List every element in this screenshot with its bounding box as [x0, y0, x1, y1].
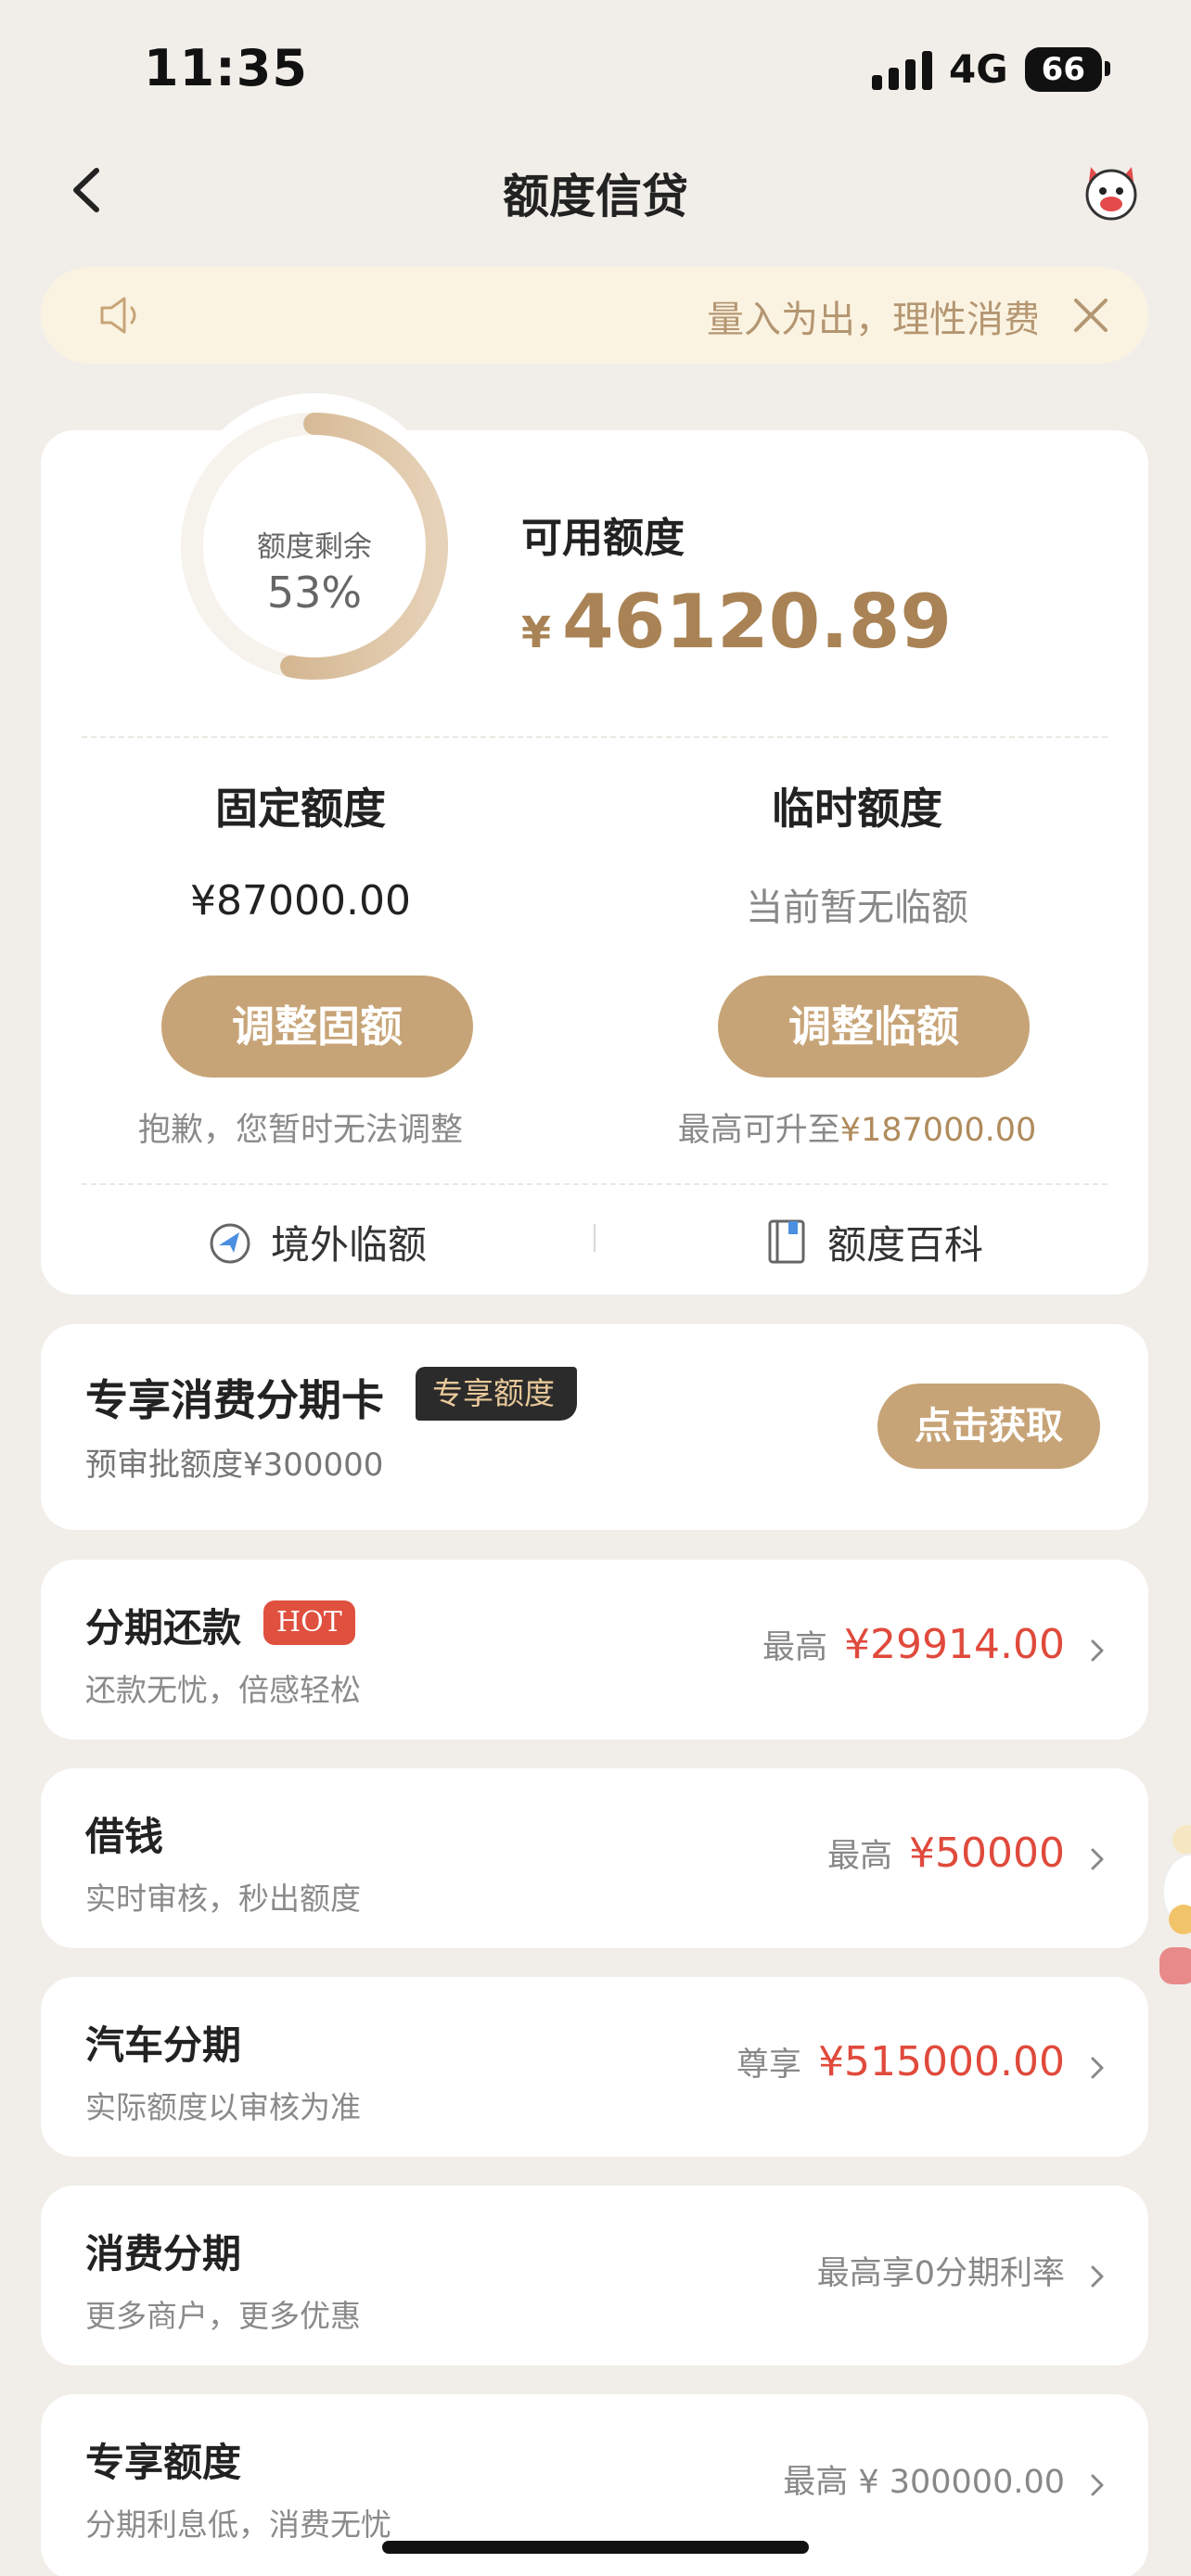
chevron-right-icon: [1091, 2474, 1104, 2496]
overseas-quota-label: 境外临额: [271, 1221, 428, 1268]
chevron-right-icon: [1091, 1848, 1104, 1870]
battery-icon: 66: [1024, 46, 1111, 92]
status-indicators: 4G 66: [871, 46, 1111, 92]
airplane-globe-icon: [210, 1223, 250, 1264]
list-item-prefix: 最高: [762, 1629, 828, 1666]
notice-bar: 量入为出，理性消费: [41, 267, 1148, 363]
link-separator: [594, 1224, 596, 1252]
notice-text: 量入为出，理性消费: [707, 299, 1037, 341]
list-item-subtitle: 更多商户，更多优惠: [85, 2298, 361, 2334]
quota-card: 额度剩余 53% 可用额度 ¥46120.89 固定额度 ¥87000.00 调…: [41, 393, 1148, 1294]
signal-icon: [871, 49, 932, 90]
fixed-quota-value: ¥87000.00: [190, 877, 411, 925]
page-title: 额度信贷: [503, 170, 688, 223]
list-item-value: 最高 ¥ 300000.00: [783, 2455, 1065, 2503]
quota-encyclopedia-label: 额度百科: [827, 1221, 984, 1268]
speaker-icon: [100, 297, 136, 334]
chevron-right-icon: [1091, 2265, 1104, 2288]
promo-title: 专享消费分期卡: [85, 1375, 384, 1425]
fixed-quota-title: 固定额度: [215, 784, 386, 834]
temporary-note-amount: ¥187000.00: [839, 1112, 1037, 1149]
list-item-amount: ¥29914.00: [844, 1621, 1065, 1668]
chevron-right-icon: [1091, 2057, 1104, 2079]
adjust-temporary-button[interactable]: 调整临额: [718, 976, 1030, 1078]
list-item-installment-repayment[interactable]: 分期还款 HOT 还款无忧，倍感轻松 最高 ¥29914.00: [41, 1560, 1148, 1740]
list-item-subtitle: 实时审核，秒出额度: [85, 1881, 361, 1917]
list-item-prefix: 最高 ¥ 300000.00: [783, 2464, 1065, 2501]
temporary-quota-section: 临时额度 当前暂无临额 调整临额 最高可升至¥187000.00: [597, 430, 1117, 1172]
home-indicator: [382, 2541, 809, 2554]
list-item-value: 最高 ¥50000: [827, 1830, 1065, 1877]
list-item-consumer-installment[interactable]: 消费分期 更多商户，更多优惠 最高享0分期利率: [41, 2186, 1148, 2366]
temporary-quota-note: 最高可升至¥187000.00: [597, 1103, 1117, 1151]
list-item-car-installment[interactable]: 汽车分期 实际额度以审核为准 尊享 ¥515000.00: [41, 1977, 1148, 2157]
list-item-borrow[interactable]: 借钱 实时审核，秒出额度 最高 ¥50000: [41, 1768, 1148, 1948]
close-icon[interactable]: [1067, 291, 1115, 339]
list-item-value: 最高享0分期利率: [817, 2247, 1065, 2294]
chevron-right-icon: [1091, 1639, 1104, 1662]
list-item-title: 汽车分期: [85, 2022, 242, 2068]
floating-mascot-icon[interactable]: [1146, 1808, 1191, 1994]
temporary-quota-title: 临时额度: [772, 784, 942, 834]
status-bar: 11:35 4G 66: [0, 0, 1191, 139]
temporary-quota-value: 当前暂无临额: [746, 886, 968, 929]
list-item-prefix: 最高: [827, 1838, 893, 1875]
list-item-prefix: 尊享: [736, 2047, 802, 2084]
list-item-value: 最高 ¥29914.00: [762, 1621, 1065, 1668]
network-type: 4G: [948, 46, 1008, 92]
fixed-quota-section: 固定额度 ¥87000.00 调整固额 抱歉，您暂时无法调整: [41, 430, 560, 1172]
list-item-value: 尊享 ¥515000.00: [736, 2038, 1065, 2085]
temporary-note-prefix: 最高可升至: [677, 1112, 840, 1149]
list-item-title: 消费分期: [85, 2231, 242, 2276]
exclusive-quota-badge: 专享额度: [416, 1367, 577, 1421]
promo-subtitle: 预审批额度¥300000: [85, 1447, 384, 1484]
list-item-title: 分期还款: [85, 1605, 242, 1651]
quota-encyclopedia-link[interactable]: 额度百科: [762, 1209, 983, 1274]
list-item-prefix: 最高享0分期利率: [816, 2255, 1065, 2292]
nav-bar: 额度信贷: [0, 139, 1191, 241]
overseas-quota-link[interactable]: 境外临额: [206, 1209, 427, 1274]
adjust-fixed-button[interactable]: 调整固额: [161, 976, 473, 1078]
book-icon: [768, 1219, 805, 1264]
get-card-button[interactable]: 点击获取: [877, 1384, 1100, 1469]
status-time: 11:35: [144, 39, 308, 97]
list-item-title: 专享额度: [85, 2440, 242, 2485]
installment-card-promo: 专享消费分期卡 专享额度 预审批额度¥300000 点击获取: [41, 1324, 1148, 1530]
hot-badge: HOT: [263, 1600, 355, 1645]
mascot-avatar-icon[interactable]: [1078, 158, 1145, 224]
list-item-subtitle: 实际额度以审核为准: [85, 2089, 361, 2125]
list-item-title: 借钱: [85, 1814, 164, 1859]
fixed-quota-note: 抱歉，您暂时无法调整: [137, 1112, 463, 1149]
list-item-subtitle: 还款无忧，倍感轻松: [85, 1672, 361, 1708]
list-item-amount: ¥50000: [909, 1830, 1065, 1877]
list-item-amount: ¥515000.00: [818, 2038, 1065, 2085]
divider: [82, 1183, 1108, 1185]
list-item-subtitle: 分期利息低，消费无忧: [85, 2506, 391, 2543]
